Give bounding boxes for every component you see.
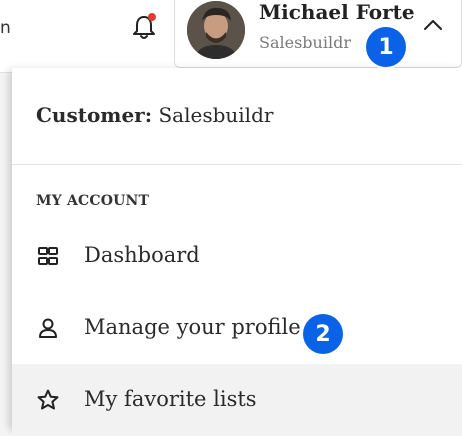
step-badge-2: 2: [303, 314, 343, 354]
chevron-up-icon[interactable]: [423, 18, 443, 32]
user-menu-toggle[interactable]: Michael Forte Salesbuildr: [174, 0, 462, 68]
dashboard-icon: [38, 247, 58, 265]
truncated-text: n: [0, 18, 11, 38]
step-badge-1: 1: [366, 27, 406, 67]
user-dropdown-menu: Customer: Salesbuildr MY ACCOUNT Dashboa…: [12, 68, 462, 436]
menu-item-label: My favorite lists: [84, 387, 257, 411]
section-title: MY ACCOUNT: [36, 193, 150, 209]
menu-item-label: Manage your profile: [84, 315, 301, 339]
menu-item-manage-profile[interactable]: Manage your profile: [12, 292, 462, 364]
star-icon: [37, 389, 59, 410]
user-company: Salesbuildr: [259, 33, 351, 52]
customer-label: Customer:: [36, 103, 153, 127]
menu-item-label: Dashboard: [84, 243, 200, 267]
notification-dot: [148, 13, 156, 21]
customer-info: Customer: Salesbuildr: [36, 103, 273, 127]
user-name: Michael Forte: [259, 0, 415, 24]
user-icon: [39, 318, 57, 338]
menu-item-dashboard[interactable]: Dashboard: [12, 220, 462, 292]
notifications-button[interactable]: [131, 13, 157, 41]
avatar: [187, 1, 245, 59]
menu-item-favorite-lists[interactable]: My favorite lists: [12, 364, 462, 436]
customer-value: Salesbuildr: [158, 103, 274, 127]
divider: [12, 164, 462, 165]
